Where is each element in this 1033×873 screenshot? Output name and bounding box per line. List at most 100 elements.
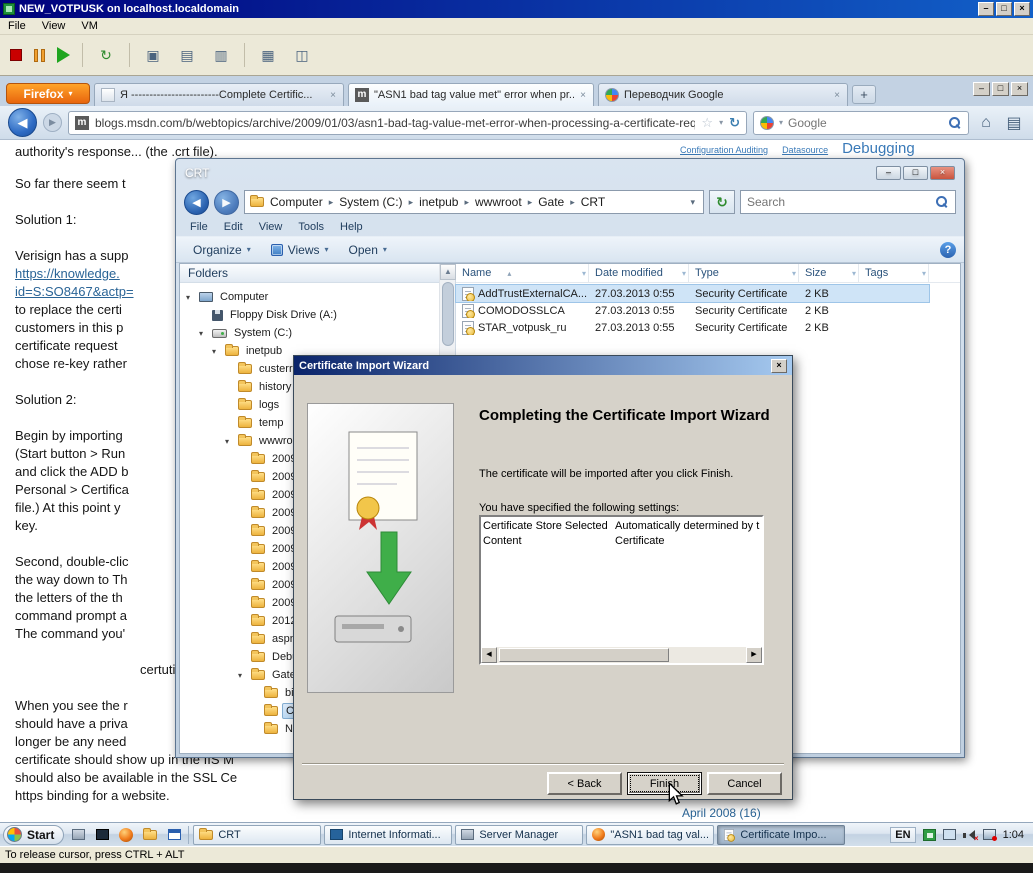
tab-close-icon[interactable]: ×: [579, 90, 587, 101]
explorer-search-input[interactable]: [747, 195, 931, 209]
tree-item-system-c-[interactable]: ▾ System (C:): [180, 324, 455, 342]
search-engine-dropdown-icon[interactable]: ▾: [779, 118, 783, 127]
breadcrumb-history-icon[interactable]: ▾: [687, 197, 698, 208]
url-input[interactable]: [95, 115, 696, 130]
fullscreen-icon[interactable]: ▦: [257, 45, 279, 65]
command-open[interactable]: Open ▾: [340, 240, 396, 260]
refresh-icon[interactable]: ↻: [709, 190, 735, 214]
explorer-back-button[interactable]: ◀: [184, 189, 209, 215]
breadcrumb-item[interactable]: CRT: [577, 195, 609, 209]
search-bar[interactable]: ▾: [752, 110, 969, 135]
volume-muted-icon[interactable]: ×: [962, 829, 979, 843]
vm-maximize-button[interactable]: □: [996, 2, 1012, 16]
scrollbar-track[interactable]: [497, 647, 746, 663]
settings-listbox[interactable]: Certificate Store Selected Automatically …: [479, 515, 764, 665]
tree-item-floppy-disk-drive-a-[interactable]: Floppy Disk Drive (A:): [180, 306, 455, 324]
vm-menu-vm[interactable]: VM: [73, 19, 106, 33]
tab-close-icon[interactable]: ×: [329, 90, 337, 101]
explorer-menu-file[interactable]: File: [182, 220, 216, 234]
file-row[interactable]: STAR_votpusk_ru 27.03.2013 0:55 Security C…: [456, 319, 929, 336]
taskbar-button[interactable]: CRT: [193, 824, 322, 845]
taskbar-button[interactable]: Server Manager: [455, 824, 584, 845]
column-dropdown-icon[interactable]: ▾: [792, 269, 796, 278]
start-button[interactable]: Start: [3, 824, 65, 845]
browser-tab[interactable]: Переводчик Google ×: [598, 83, 848, 106]
finish-button[interactable]: Finish: [627, 772, 702, 795]
explorer-close-button[interactable]: ×: [930, 166, 955, 180]
page-header-link[interactable]: Debugging: [842, 140, 915, 157]
breadcrumb-item[interactable]: wwwroot: [471, 195, 526, 209]
help-icon[interactable]: ?: [940, 241, 956, 258]
taskbar-button[interactable]: Internet Informati...: [324, 824, 453, 845]
wizard-titlebar[interactable]: Certificate Import Wizard ×: [294, 356, 792, 375]
search-icon[interactable]: [948, 116, 962, 130]
breadcrumb[interactable]: Computer ▸ System (C:) ▸ inetpub ▸ wwwroot ▸ Gat…: [244, 190, 704, 214]
breadcrumb-item[interactable]: inetpub: [415, 195, 462, 209]
command-views[interactable]: Views ▾: [262, 240, 338, 260]
breadcrumb-item[interactable]: Computer: [266, 195, 327, 209]
horizontal-scrollbar[interactable]: ◀ ▶: [481, 647, 762, 663]
page-header-link[interactable]: Configuration Auditing: [680, 145, 768, 155]
scroll-left-icon[interactable]: ◀: [481, 647, 497, 663]
expanded-icon[interactable]: ▾: [212, 347, 221, 356]
explorer-menu-help[interactable]: Help: [332, 220, 371, 234]
vmware-tools-icon[interactable]: [922, 828, 936, 841]
explorer-search-box[interactable]: [740, 190, 956, 214]
firefox-close-button[interactable]: ×: [1011, 82, 1028, 96]
tree-item-computer[interactable]: ▾ Computer: [180, 288, 455, 306]
quick-launch-explorer[interactable]: [140, 825, 160, 845]
new-tab-button[interactable]: +: [852, 85, 876, 104]
cancel-button[interactable]: Cancel: [707, 772, 782, 795]
folders-header[interactable]: Folders ▾: [180, 264, 455, 283]
unity-icon[interactable]: ◫: [291, 45, 313, 65]
explorer-menu-tools[interactable]: Tools: [290, 220, 332, 234]
column-dropdown-icon[interactable]: ▾: [852, 269, 856, 278]
display-tray-icon[interactable]: [942, 829, 956, 840]
command-organize[interactable]: Organize ▾: [184, 240, 260, 260]
url-bar[interactable]: m ☆ ▾ ↻: [68, 110, 747, 135]
quick-launch-firefox[interactable]: [116, 825, 136, 845]
vm-close-button[interactable]: ×: [1014, 2, 1030, 16]
tab-close-icon[interactable]: ×: [833, 90, 841, 101]
scrollbar-thumb[interactable]: [442, 282, 454, 346]
wizard-close-button[interactable]: ×: [771, 358, 787, 373]
firefox-minimize-button[interactable]: –: [973, 82, 990, 96]
column-header-tags[interactable]: Tags ▾: [859, 264, 929, 282]
column-dropdown-icon[interactable]: ▾: [582, 269, 586, 278]
search-input[interactable]: [788, 115, 943, 130]
power-on-icon[interactable]: [57, 47, 70, 63]
url-dropdown-icon[interactable]: ▾: [719, 118, 723, 127]
snapshot-icon[interactable]: ▣: [142, 45, 164, 65]
language-indicator[interactable]: EN: [890, 826, 916, 843]
quick-launch-server-manager[interactable]: [68, 825, 88, 845]
file-row[interactable]: AddTrustExternalCA... 27.03.2013 0:55 Secu…: [455, 284, 930, 303]
taskbar-button[interactable]: "ASN1 bad tag val...: [586, 824, 715, 845]
browser-tab[interactable]: m "ASN1 bad tag value met" error when pr.…: [348, 83, 594, 106]
column-dropdown-icon[interactable]: ▾: [682, 269, 686, 278]
expanded-icon[interactable]: ▾: [186, 293, 195, 302]
revert-snapshot-icon[interactable]: ▤: [176, 45, 198, 65]
expanded-icon[interactable]: ▾: [238, 671, 247, 680]
taskbar-button[interactable]: Certificate Impo...: [717, 824, 846, 845]
column-header-size[interactable]: Size ▾: [799, 264, 859, 282]
reset-icon[interactable]: ↻: [95, 45, 117, 65]
scrollbar-thumb[interactable]: [499, 648, 669, 662]
back-button[interactable]: ◀: [8, 108, 37, 137]
power-off-icon[interactable]: [10, 49, 22, 61]
clock[interactable]: 1:04: [1003, 829, 1024, 841]
reload-icon[interactable]: ↻: [729, 115, 740, 131]
page-header-link[interactable]: Datasource: [782, 145, 828, 155]
vm-menu-file[interactable]: File: [0, 19, 34, 33]
column-header-name[interactable]: Name ▴ ▾: [456, 264, 589, 282]
scroll-right-icon[interactable]: ▶: [746, 647, 762, 663]
archive-link[interactable]: April 2008 (16): [682, 806, 761, 820]
bookmark-star-icon[interactable]: ☆: [701, 115, 713, 131]
forward-button[interactable]: ▶: [43, 113, 62, 132]
explorer-minimize-button[interactable]: –: [876, 166, 901, 180]
explorer-forward-button[interactable]: ▶: [214, 189, 239, 215]
browser-tab[interactable]: Я ------------------------Complete Certi…: [94, 83, 344, 106]
home-icon[interactable]: ⌂: [975, 112, 997, 134]
explorer-restore-button[interactable]: □: [903, 166, 928, 180]
expanded-icon[interactable]: ▾: [199, 329, 208, 338]
column-header-type[interactable]: Type ▾: [689, 264, 799, 282]
